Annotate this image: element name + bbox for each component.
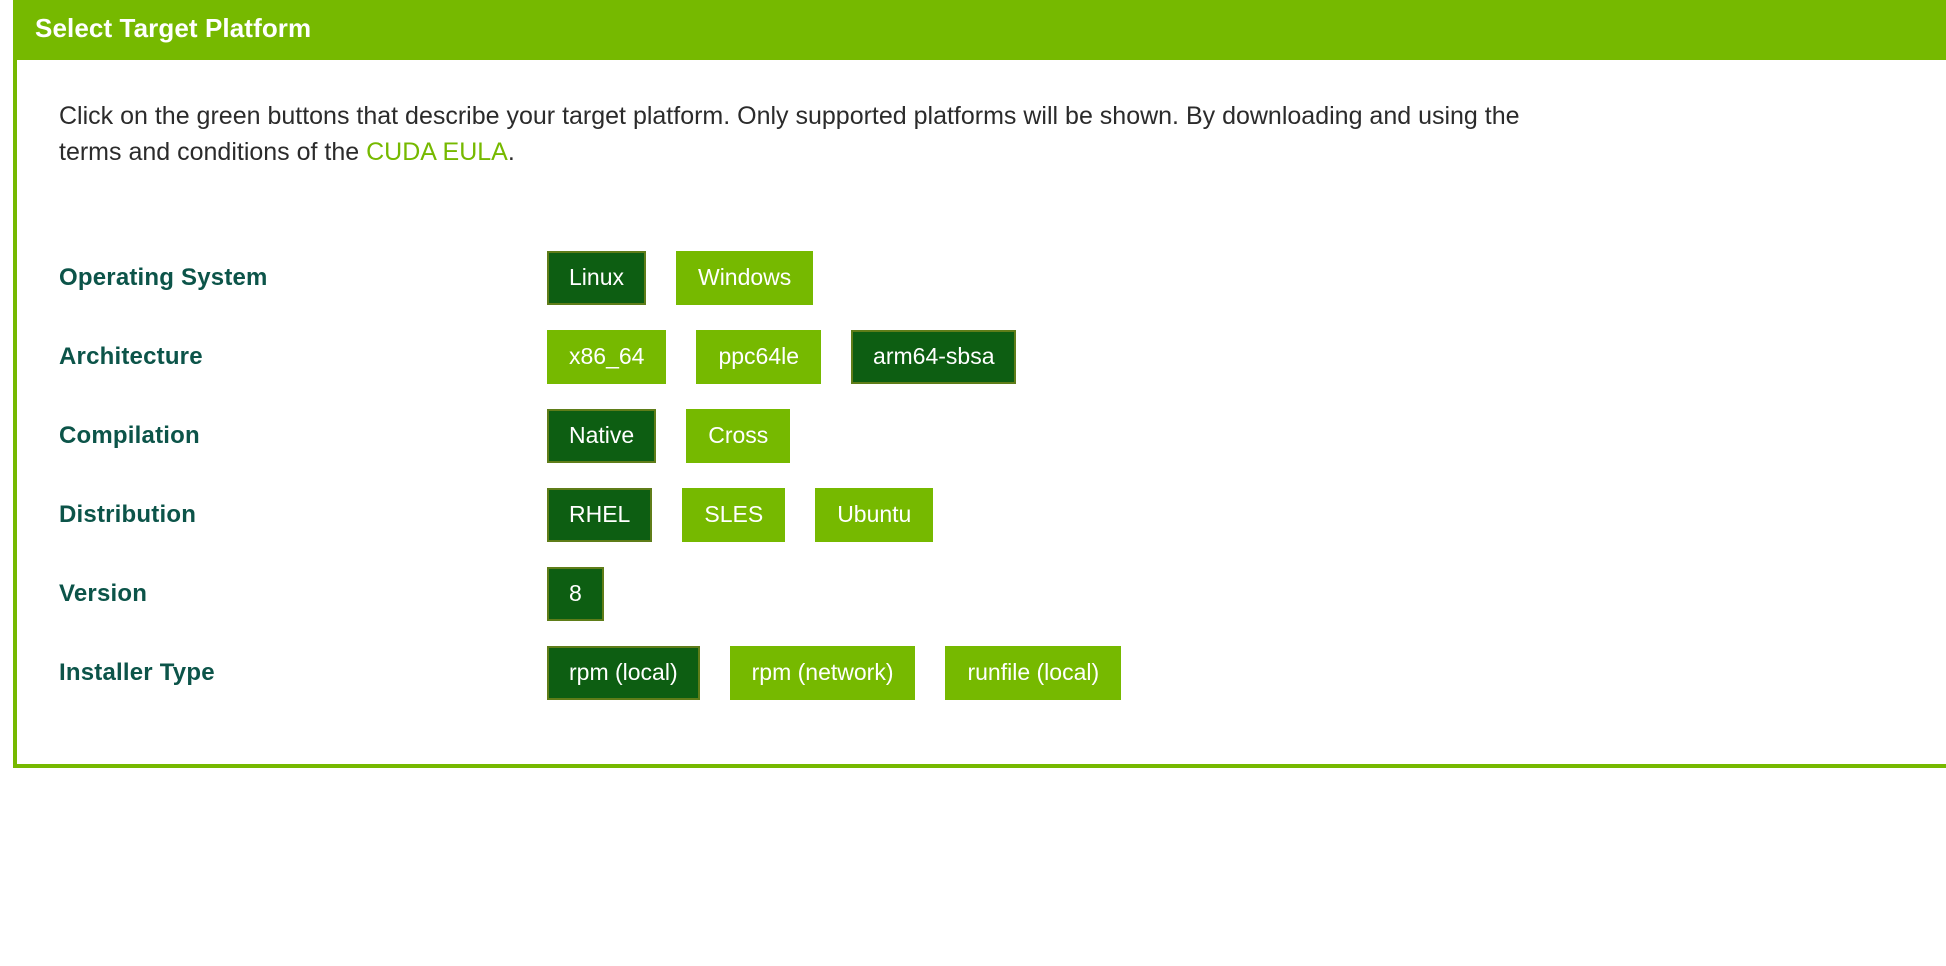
row-options-compilation: Native Cross (547, 408, 791, 463)
row-label-version: Version (59, 579, 148, 607)
row-label-installer-type: Installer Type (59, 658, 215, 686)
option-row-distribution: Distribution RHEL SLES Ubuntu (17, 475, 1946, 554)
option-button-x86-64[interactable]: x86_64 (547, 329, 667, 384)
option-button-native[interactable]: Native (547, 408, 657, 463)
row-options-version: 8 (547, 566, 604, 621)
option-button-linux[interactable]: Linux (547, 250, 646, 305)
select-target-platform-card: Select Target Platform Click on the gree… (13, 0, 1946, 769)
option-button-cross[interactable]: Cross (686, 408, 791, 463)
option-button-sles[interactable]: SLES (682, 487, 786, 542)
option-row-architecture: Architecture x86_64 ppc64le arm64-sbsa (17, 317, 1946, 396)
row-options-distribution: RHEL SLES Ubuntu (547, 487, 934, 542)
option-rows: Operating System Linux Windows Architect… (17, 238, 1946, 712)
option-row-version: Version 8 (17, 554, 1946, 633)
row-label-operating-system: Operating System (59, 263, 268, 291)
page-title: Select Target Platform (35, 13, 312, 43)
option-button-rpm-local[interactable]: rpm (local) (547, 645, 700, 700)
intro-text-before-link: Click on the green buttons that describe… (59, 101, 1520, 167)
card-header: Select Target Platform (13, 0, 1946, 60)
option-button-ubuntu[interactable]: Ubuntu (815, 487, 934, 542)
intro-text-after-link: . (507, 138, 515, 167)
cuda-eula-link[interactable]: CUDA EULA (366, 138, 508, 166)
option-row-installer-type: Installer Type rpm (local) rpm (network)… (17, 633, 1946, 712)
option-button-rhel[interactable]: RHEL (547, 487, 653, 542)
option-button-runfile-local[interactable]: runfile (local) (945, 645, 1122, 700)
option-button-arm64-sbsa[interactable]: arm64-sbsa (851, 329, 1017, 384)
row-options-installer-type: rpm (local) rpm (network) runfile (local… (547, 645, 1122, 700)
row-options-operating-system: Linux Windows (547, 250, 814, 305)
row-label-architecture: Architecture (59, 342, 203, 370)
page-root: Select Target Platform Click on the gree… (0, 0, 1946, 966)
option-button-ppc64le[interactable]: ppc64le (696, 329, 822, 384)
option-button-windows[interactable]: Windows (675, 250, 814, 305)
option-row-compilation: Compilation Native Cross (17, 396, 1946, 475)
row-label-compilation: Compilation (59, 421, 200, 449)
row-label-distribution: Distribution (59, 500, 197, 528)
option-button-version-8[interactable]: 8 (547, 566, 604, 621)
card-body: Click on the green buttons that describe… (17, 59, 1946, 765)
row-options-architecture: x86_64 ppc64le arm64-sbsa (547, 329, 1017, 384)
option-row-operating-system: Operating System Linux Windows (17, 238, 1946, 317)
option-button-rpm-network[interactable]: rpm (network) (729, 645, 916, 700)
intro-paragraph: Click on the green buttons that describe… (17, 98, 1946, 171)
